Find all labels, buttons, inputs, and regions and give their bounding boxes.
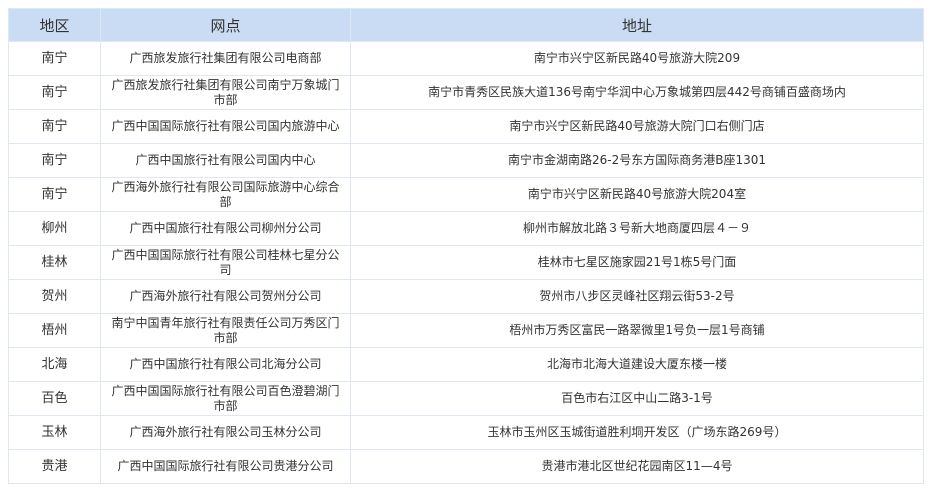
table-row: 南宁 广西中国旅行社有限公司国内中心 南宁市金湖南路26-2号东方国际商务港B座13… — [8, 143, 924, 178]
table-row: 桂林 广西中国国际旅行社有限公司桂林七星分公司 桂林市七星区施家园21号1栋5号门面 — [8, 245, 924, 280]
table-row: 玉林 广西海外旅行社有限公司玉林分公司 玉林市玉州区玉城街道胜利垌开发区（广场东路2… — [8, 415, 924, 450]
cell-address: 梧州市万秀区富民一路翠微里1号负一层1号商铺 — [350, 313, 924, 348]
table-row: 北海 广西中国旅行社有限公司北海分公司 北海市北海大道建设大厦东楼一楼 — [8, 347, 924, 382]
table-body: 南宁 广西旅发旅行社集团有限公司电商部 南宁市兴宁区新民路40号旅游大院209 南宁广… — [8, 41, 924, 484]
cell-address: 桂林市七星区施家园21号1栋5号门面 — [350, 245, 924, 280]
cell-region: 梧州 — [8, 313, 101, 348]
cell-address: 贺州市八步区灵峰社区翔云街53-2号 — [350, 279, 924, 314]
cell-region: 南宁 — [8, 143, 101, 178]
cell-region: 南宁 — [8, 41, 101, 76]
cell-branch: 南宁中国青年旅行社有限责任公司万秀区门市部 — [100, 313, 351, 348]
table-row: 柳州 广西中国旅行社有限公司柳州分公司 柳州市解放北路３号新大地商厦四层４－９ — [8, 211, 924, 246]
cell-region: 南宁 — [8, 109, 101, 144]
cell-region: 贵港 — [8, 449, 101, 484]
cell-branch: 广西海外旅行社有限公司贺州分公司 — [100, 279, 351, 314]
cell-address: 南宁市青秀区民族大道136号南宁华润中心万象城第四层442号商铺百盛商场内 — [350, 75, 924, 110]
cell-branch: 广西中国旅行社有限公司柳州分公司 — [100, 211, 351, 246]
table-row: 南宁 广西中国国际旅行社有限公司国内旅游中心 南宁市兴宁区新民路40号旅游大院门口右… — [8, 109, 924, 144]
cell-address: 贵港市港北区世纪花园南区11—4号 — [350, 449, 924, 484]
table-row: 南宁 广西旅发旅行社集团有限公司电商部 南宁市兴宁区新民路40号旅游大院209 — [8, 41, 924, 76]
cell-region: 南宁 — [8, 177, 101, 212]
cell-region: 玉林 — [8, 415, 101, 450]
cell-branch: 广西旅发旅行社集团有限公司南宁万象城门市部 — [100, 75, 351, 110]
table-header-row: 地区 网点 地址 — [8, 8, 924, 42]
header-branch: 网点 — [100, 8, 351, 42]
table-row: 贺州 广西海外旅行社有限公司贺州分公司 贺州市八步区灵峰社区翔云街53-2号 — [8, 279, 924, 314]
cell-branch: 广西旅发旅行社集团有限公司电商部 — [100, 41, 351, 76]
branch-table-container: 地区 网点 地址 南宁 广西旅发旅行社集团有限公司电商部 南宁市兴宁区新民路40号旅… — [8, 8, 924, 484]
cell-branch: 广西海外旅行社有限公司国际旅游中心综合部 — [100, 177, 351, 212]
cell-region: 桂林 — [8, 245, 101, 280]
header-address: 地址 — [350, 8, 924, 42]
cell-address: 南宁市兴宁区新民路40号旅游大院209 — [350, 41, 924, 76]
cell-branch: 广西中国旅行社有限公司国内中心 — [100, 143, 351, 178]
cell-branch: 广西中国国际旅行社有限公司百色澄碧湖门市部 — [100, 381, 351, 416]
cell-address: 玉林市玉州区玉城街道胜利垌开发区（广场东路269号） — [350, 415, 924, 450]
branch-table: 地区 网点 地址 南宁 广西旅发旅行社集团有限公司电商部 南宁市兴宁区新民路40号旅… — [8, 8, 924, 484]
cell-address: 南宁市兴宁区新民路40号旅游大院门口右侧门店 — [350, 109, 924, 144]
cell-address: 南宁市金湖南路26-2号东方国际商务港B座1301 — [350, 143, 924, 178]
cell-address: 南宁市兴宁区新民路40号旅游大院204室 — [350, 177, 924, 212]
table-row: 百色 广西中国国际旅行社有限公司百色澄碧湖门市部 百色市右江区中山二路3-1号 — [8, 381, 924, 416]
cell-address: 柳州市解放北路３号新大地商厦四层４－９ — [350, 211, 924, 246]
header-region: 地区 — [8, 8, 101, 42]
cell-region: 北海 — [8, 347, 101, 382]
cell-branch: 广西海外旅行社有限公司玉林分公司 — [100, 415, 351, 450]
cell-region: 百色 — [8, 381, 101, 416]
cell-branch: 广西中国国际旅行社有限公司贵港分公司 — [100, 449, 351, 484]
cell-branch: 广西中国国际旅行社有限公司桂林七星分公司 — [100, 245, 351, 280]
cell-region: 贺州 — [8, 279, 101, 314]
table-row: 梧州 南宁中国青年旅行社有限责任公司万秀区门市部 梧州市万秀区富民一路翠微里1号负一… — [8, 313, 924, 348]
table-row: 贵港 广西中国国际旅行社有限公司贵港分公司 贵港市港北区世纪花园南区11—4号 — [8, 449, 924, 484]
cell-branch: 广西中国旅行社有限公司北海分公司 — [100, 347, 351, 382]
cell-address: 百色市右江区中山二路3-1号 — [350, 381, 924, 416]
cell-address: 北海市北海大道建设大厦东楼一楼 — [350, 347, 924, 382]
cell-branch: 广西中国国际旅行社有限公司国内旅游中心 — [100, 109, 351, 144]
table-row: 南宁 广西旅发旅行社集团有限公司南宁万象城门市部 南宁市青秀区民族大道136号南宁华… — [8, 75, 924, 110]
table-row: 南宁 广西海外旅行社有限公司国际旅游中心综合部 南宁市兴宁区新民路40号旅游大院20… — [8, 177, 924, 212]
cell-region: 柳州 — [8, 211, 101, 246]
cell-region: 南宁 — [8, 75, 101, 110]
